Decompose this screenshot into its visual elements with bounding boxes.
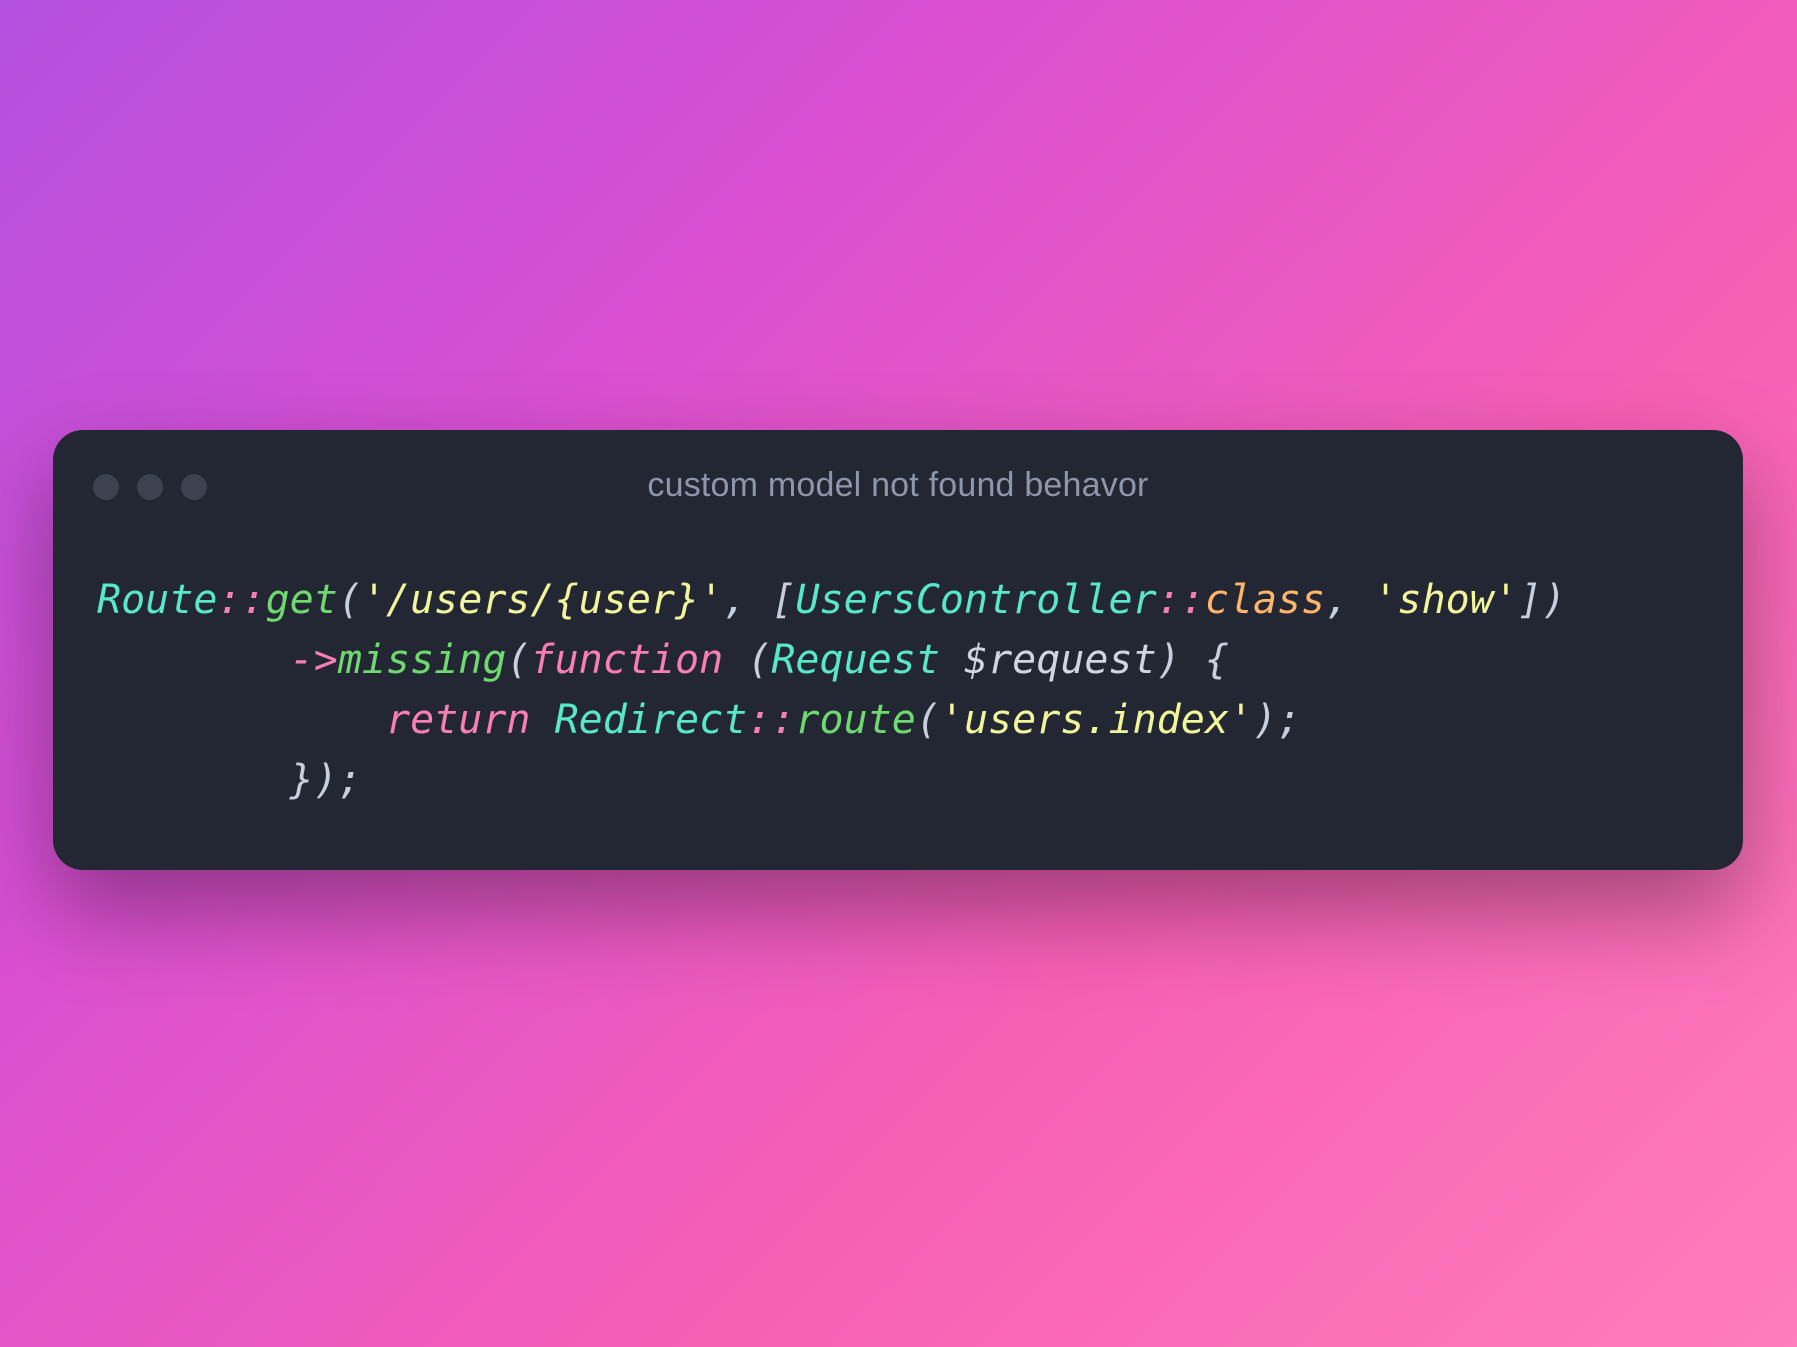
minimize-icon[interactable]	[137, 474, 163, 500]
token-method: get	[266, 577, 338, 623]
token-keyword: return	[386, 697, 531, 743]
token-punct: (	[506, 637, 530, 683]
token-class: Redirect	[555, 697, 748, 743]
token-indent	[97, 697, 386, 743]
token-keyword: function	[531, 637, 724, 683]
zoom-icon[interactable]	[181, 474, 207, 500]
token-punct: ;	[1277, 697, 1301, 743]
code-window: custom model not found behavor Route::ge…	[53, 430, 1743, 870]
token-punct: ;	[338, 757, 362, 803]
token-indent	[97, 637, 290, 683]
token-operator: ::	[217, 577, 265, 623]
token-operator: ::	[1157, 577, 1205, 623]
token-space	[1181, 637, 1205, 683]
token-attr: class	[1205, 577, 1325, 623]
app-stage: custom model not found behavor Route::ge…	[0, 0, 1797, 1347]
token-space	[940, 637, 964, 683]
titlebar: custom model not found behavor	[53, 430, 1743, 540]
token-string: '/users/{user}'	[362, 577, 723, 623]
token-punct: }	[290, 757, 314, 803]
token-punct: ]	[1518, 577, 1542, 623]
token-string: 'users.index'	[940, 697, 1253, 743]
token-indent	[97, 757, 290, 803]
token-punct: ,	[723, 577, 771, 623]
traffic-lights	[93, 474, 207, 500]
code-block: Route::get('/users/{user}', [UsersContro…	[53, 540, 1743, 870]
token-space	[723, 637, 747, 683]
token-variable: $request	[964, 637, 1157, 683]
token-punct: )	[1542, 577, 1566, 623]
token-punct: )	[1253, 697, 1277, 743]
window-title: custom model not found behavor	[647, 466, 1148, 505]
token-punct: ,	[1325, 577, 1373, 623]
token-class: Route	[97, 577, 217, 623]
token-space	[530, 697, 554, 743]
token-string: 'show'	[1373, 577, 1518, 623]
token-punct: (	[747, 637, 771, 683]
token-method: missing	[338, 637, 507, 683]
token-punct: (	[338, 577, 362, 623]
token-punct: )	[1157, 637, 1181, 683]
token-method: route	[795, 697, 915, 743]
token-class: Request	[771, 637, 940, 683]
token-punct: )	[314, 757, 338, 803]
token-punct: (	[916, 697, 940, 743]
token-operator: ->	[290, 637, 338, 683]
close-icon[interactable]	[93, 474, 119, 500]
token-punct: [	[771, 577, 795, 623]
token-operator: ::	[747, 697, 795, 743]
token-class: UsersController	[795, 577, 1156, 623]
token-punct: {	[1205, 637, 1229, 683]
